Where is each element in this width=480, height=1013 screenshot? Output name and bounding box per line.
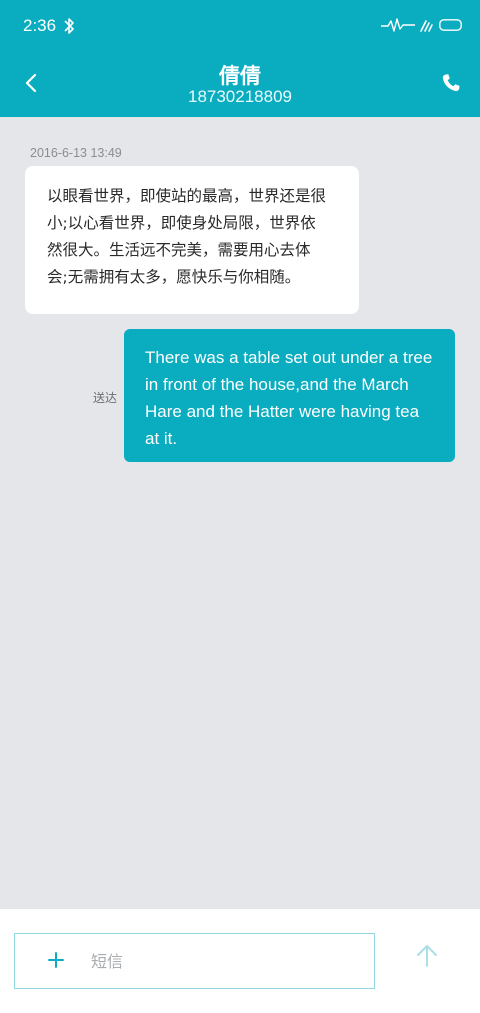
- status-bar: 2:36: [0, 0, 480, 52]
- message-composer: [0, 909, 480, 1013]
- message-thread[interactable]: 2016-6-13 13:49 以眼看世界，即使站的最高，世界还是很 小;以心看…: [0, 117, 480, 909]
- contact-number: 18730218809: [187, 87, 292, 106]
- battery-icon: [439, 19, 462, 31]
- outgoing-message-line: Hare and the Hatter were having tea: [145, 402, 420, 421]
- phone-icon[interactable]: [439, 71, 463, 95]
- outgoing-message-line: in front of the house,and the March: [145, 375, 409, 394]
- outgoing-message-bubble[interactable]: There was a table set out under a tree i…: [124, 329, 455, 462]
- wifi-icon: [420, 20, 433, 32]
- message-timestamp: 2016-6-13 13:49: [30, 146, 122, 160]
- send-arrow-icon[interactable]: [414, 943, 440, 969]
- incoming-message-line: 然很大。生活远不完美，需要用心去体: [47, 241, 311, 259]
- incoming-message-line: 以眼看世界，即使站的最高，世界还是很: [47, 187, 327, 205]
- outgoing-message-line: There was a table set out under a tree: [145, 348, 433, 367]
- bluetooth-icon: [64, 18, 74, 34]
- contact-name: 倩倩: [219, 64, 261, 88]
- incoming-message-line: 小;以心看世界，即使身处局限，世界依: [47, 214, 316, 232]
- status-time: 2:36: [23, 16, 57, 35]
- plus-icon[interactable]: [45, 949, 67, 971]
- incoming-message-line: 会;无需拥有太多，愿快乐与你相随。: [47, 268, 301, 286]
- app-header: 2:36 倩倩 18730218809: [0, 0, 480, 117]
- signal-icon: [381, 18, 415, 32]
- delivery-status: 送达: [93, 391, 118, 405]
- composer-input-box[interactable]: [14, 933, 375, 989]
- outgoing-message-line: at it.: [145, 429, 178, 448]
- sms-input[interactable]: [91, 942, 361, 980]
- incoming-message-bubble[interactable]: 以眼看世界，即使站的最高，世界还是很 小;以心看世界，即使身处局限，世界依 然很…: [25, 166, 359, 314]
